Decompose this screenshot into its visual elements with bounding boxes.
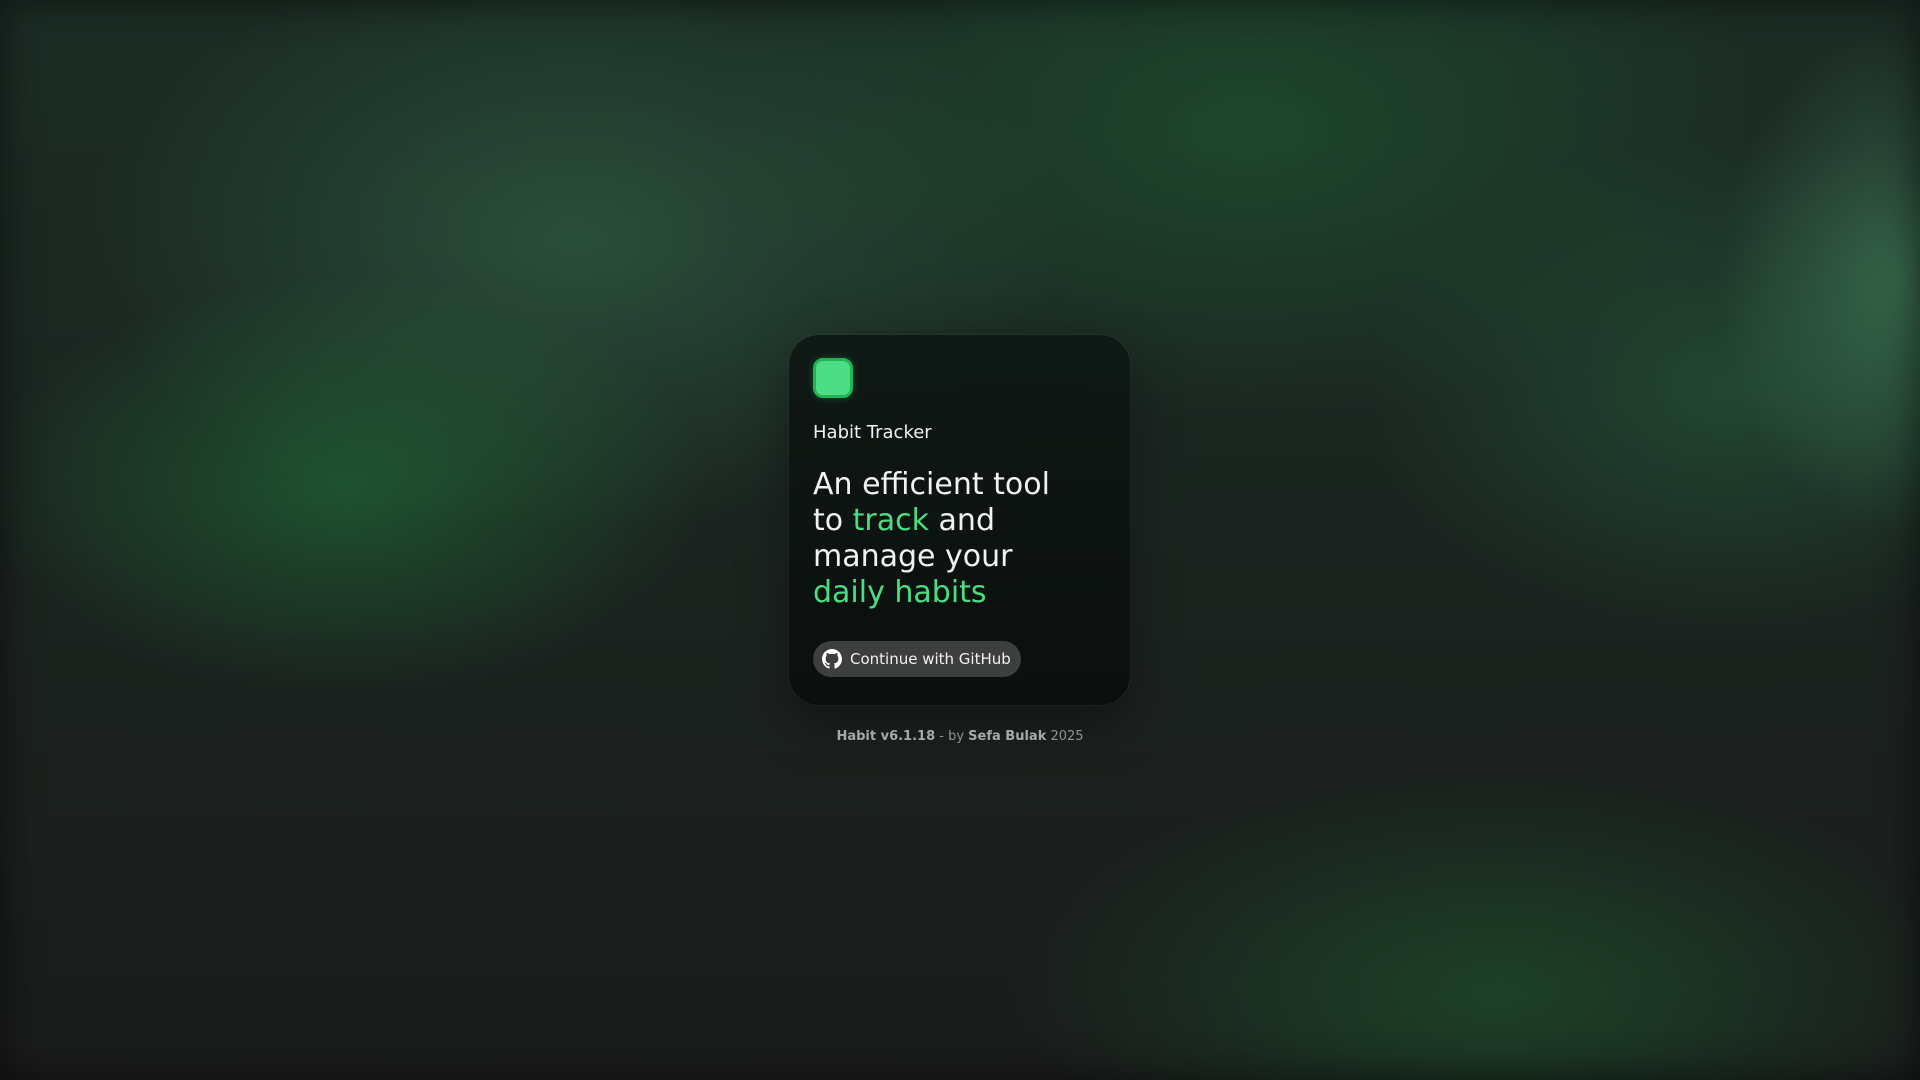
headline: An efficient tool to track and manage yo… xyxy=(813,467,1106,611)
github-icon xyxy=(822,649,842,669)
app-name: Habit Tracker xyxy=(813,422,932,443)
headline-text-to: to xyxy=(813,503,853,538)
continue-with-github-button[interactable]: Continue with GitHub xyxy=(813,641,1021,677)
headline-line-2: to track and xyxy=(813,503,1106,539)
headline-accent-track: track xyxy=(852,503,930,538)
app-logo xyxy=(813,358,853,398)
footer-author: Sefa Bulak xyxy=(968,729,1047,744)
headline-line-1: An efficient tool xyxy=(813,467,1050,502)
headline-line-3: manage your xyxy=(813,539,1013,574)
footer-credits: Habit v6.1.18 - by Sefa Bulak 2025 xyxy=(0,729,1920,744)
footer-year: 2025 xyxy=(1046,729,1084,744)
headline-text-and: and xyxy=(929,503,995,538)
footer-version: Habit v6.1.18 xyxy=(836,729,936,744)
footer-separator: - by xyxy=(935,729,969,744)
continue-with-github-label: Continue with GitHub xyxy=(850,650,1011,668)
login-card: Habit Tracker An efficient tool to track… xyxy=(789,335,1130,705)
headline-accent-daily-habits: daily habits xyxy=(813,575,987,610)
